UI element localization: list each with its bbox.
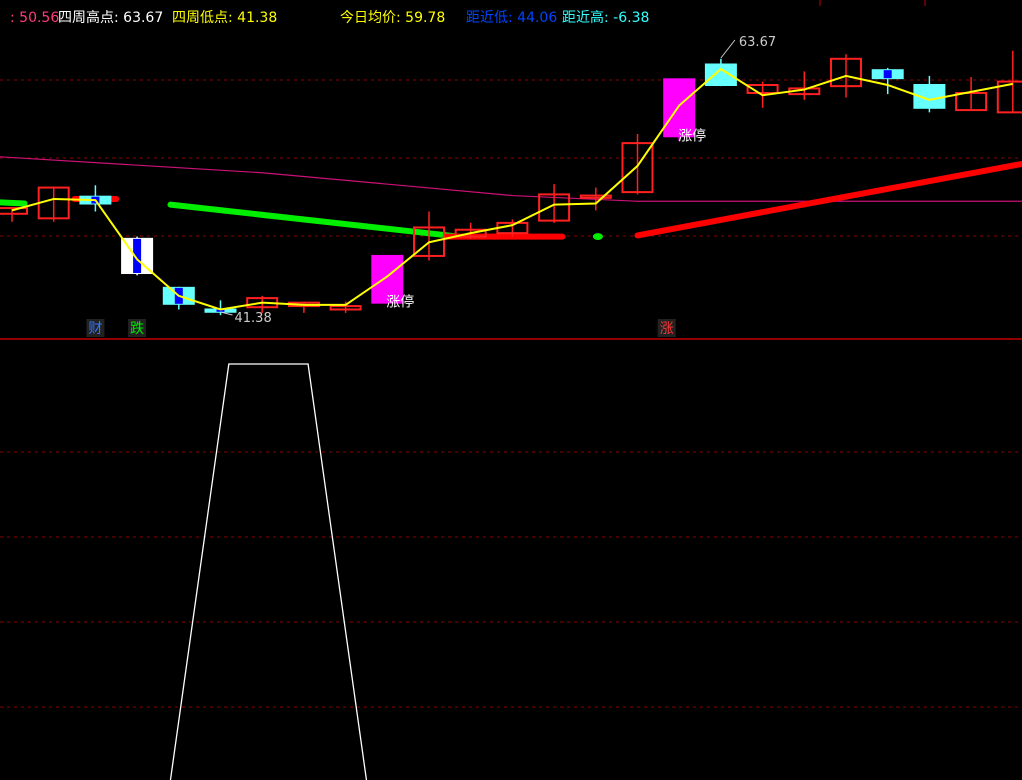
trend-segment xyxy=(634,160,1022,239)
indicator-line xyxy=(169,363,368,780)
header-texts: : 50.56四周高点: 63.67 四周低点: 41.38 今日均价: 59.78… xyxy=(10,9,649,26)
header-value: 59.78 xyxy=(405,10,445,26)
limit-up-label: 涨停 xyxy=(386,294,414,311)
signal-marker-text: 财 xyxy=(88,321,102,337)
trend-segment xyxy=(167,201,462,240)
signal-marker[interactable]: 财 xyxy=(86,319,105,337)
trend-segment xyxy=(0,199,28,207)
candle[interactable]: 涨停 xyxy=(663,78,706,144)
avg-price-polyline xyxy=(11,67,1013,311)
candle[interactable] xyxy=(79,185,112,212)
stock-chart[interactable]: 涨停涨停 63.6741.38财跌涨 : 50.56四周高点: 63.67 四周低… xyxy=(0,0,1022,780)
candle[interactable] xyxy=(996,50,1022,114)
header-item: 四周高点: 63.67 xyxy=(58,9,163,26)
signal-marker[interactable]: 涨 xyxy=(657,319,676,337)
signal-marker[interactable]: 跌 xyxy=(128,319,147,337)
candle[interactable] xyxy=(913,75,946,113)
trend-dot xyxy=(592,233,603,241)
header-label: 四周低点: xyxy=(172,10,237,26)
candle[interactable] xyxy=(329,301,362,313)
header-value: 50.56 xyxy=(19,10,59,26)
candle[interactable] xyxy=(37,186,70,222)
header-item: 四周低点: 41.38 xyxy=(172,10,277,26)
candlesticks[interactable]: 涨停涨停 xyxy=(0,50,1022,316)
candle[interactable] xyxy=(704,58,737,87)
header-value: 41.38 xyxy=(237,10,277,26)
grid-lines xyxy=(0,0,1022,708)
candle[interactable] xyxy=(871,67,904,95)
header-item: 距近低: 44.06 xyxy=(466,10,557,26)
header-label: 距近高: xyxy=(562,9,613,26)
header-text: 今日均价: 59.78 xyxy=(340,10,445,26)
limit-up-label: 涨停 xyxy=(678,127,706,144)
candle[interactable] xyxy=(287,301,320,313)
header-item: 今日均价: 59.78 xyxy=(340,10,445,26)
indicator-panel xyxy=(169,363,368,780)
candle[interactable] xyxy=(162,286,195,310)
header-item: 距近高: -6.38 xyxy=(562,9,649,26)
header-prefix: : xyxy=(10,10,19,26)
header-item: : 50.56 xyxy=(10,10,59,26)
low-annotation: 41.38 xyxy=(235,311,272,326)
signal-marker-text: 跌 xyxy=(130,321,144,337)
header-text: 距近低: 44.06 xyxy=(466,10,557,26)
header-text: 四周高点: 63.67 xyxy=(58,9,163,26)
signal-marker-text: 涨 xyxy=(660,321,674,337)
header-text: : 50.56 xyxy=(10,10,59,26)
high-annotation: 63.67 xyxy=(739,35,776,50)
header-value: 63.67 xyxy=(123,10,163,26)
candle-core xyxy=(883,70,892,79)
high-pointer xyxy=(720,39,736,59)
header-label: 距近低: xyxy=(466,10,517,26)
header-label: 四周高点: xyxy=(58,9,123,26)
avg-price-line xyxy=(11,67,1013,311)
header-text: 距近高: -6.38 xyxy=(562,9,649,26)
header-label: 今日均价: xyxy=(340,10,405,26)
header-text: 四周低点: 41.38 xyxy=(172,10,277,26)
header-value: -6.38 xyxy=(613,10,649,26)
header-value: 44.06 xyxy=(517,10,557,26)
